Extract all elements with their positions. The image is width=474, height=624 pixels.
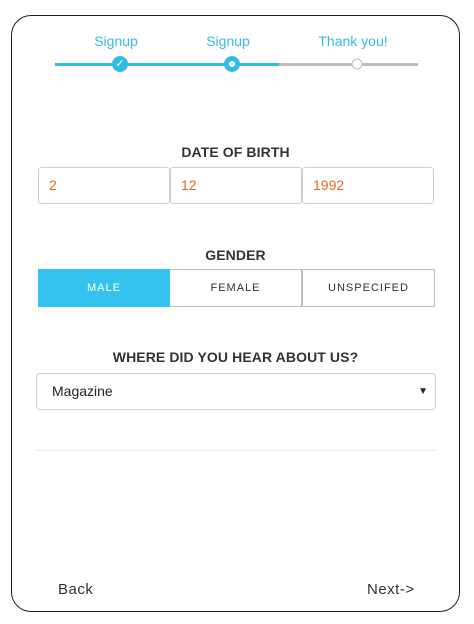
active-step-icon: [224, 56, 240, 72]
gender-title: GENDER: [205, 247, 266, 263]
step-label-signup-2: Signup: [206, 33, 250, 49]
gender-male-button[interactable]: MALE: [38, 269, 170, 307]
referral-title: WHERE DID YOU HEAR ABOUT US?: [112, 349, 359, 365]
divider: [36, 450, 436, 451]
referral-selected-value: Magazine: [52, 383, 113, 399]
dob-year-input[interactable]: 1992: [302, 167, 434, 204]
dob-day-input[interactable]: 2: [38, 167, 170, 204]
gender-unspecified-button[interactable]: UNSPECIFED: [302, 269, 435, 307]
step-label-signup-1: Signup: [94, 33, 138, 49]
back-button[interactable]: Back: [58, 581, 93, 598]
dob-month-input[interactable]: 12: [170, 167, 302, 204]
gender-female-button[interactable]: FEMALE: [170, 269, 302, 307]
caret-down-icon: ▼: [418, 386, 428, 397]
pending-step-icon: [351, 58, 363, 70]
referral-select[interactable]: Magazine ▼: [36, 373, 436, 410]
next-button[interactable]: Next->: [367, 581, 415, 598]
signup-card: Signup Signup Thank you! ✓ DATE OF BIRTH…: [11, 15, 460, 612]
progress-track-remaining: [279, 63, 418, 66]
step-label-thank-you: Thank you!: [318, 33, 388, 49]
check-icon: ✓: [112, 56, 128, 72]
progress-track-complete: [55, 63, 279, 66]
dob-title: DATE OF BIRTH: [181, 144, 290, 160]
gender-selector: MALE FEMALE UNSPECIFED: [38, 269, 435, 307]
